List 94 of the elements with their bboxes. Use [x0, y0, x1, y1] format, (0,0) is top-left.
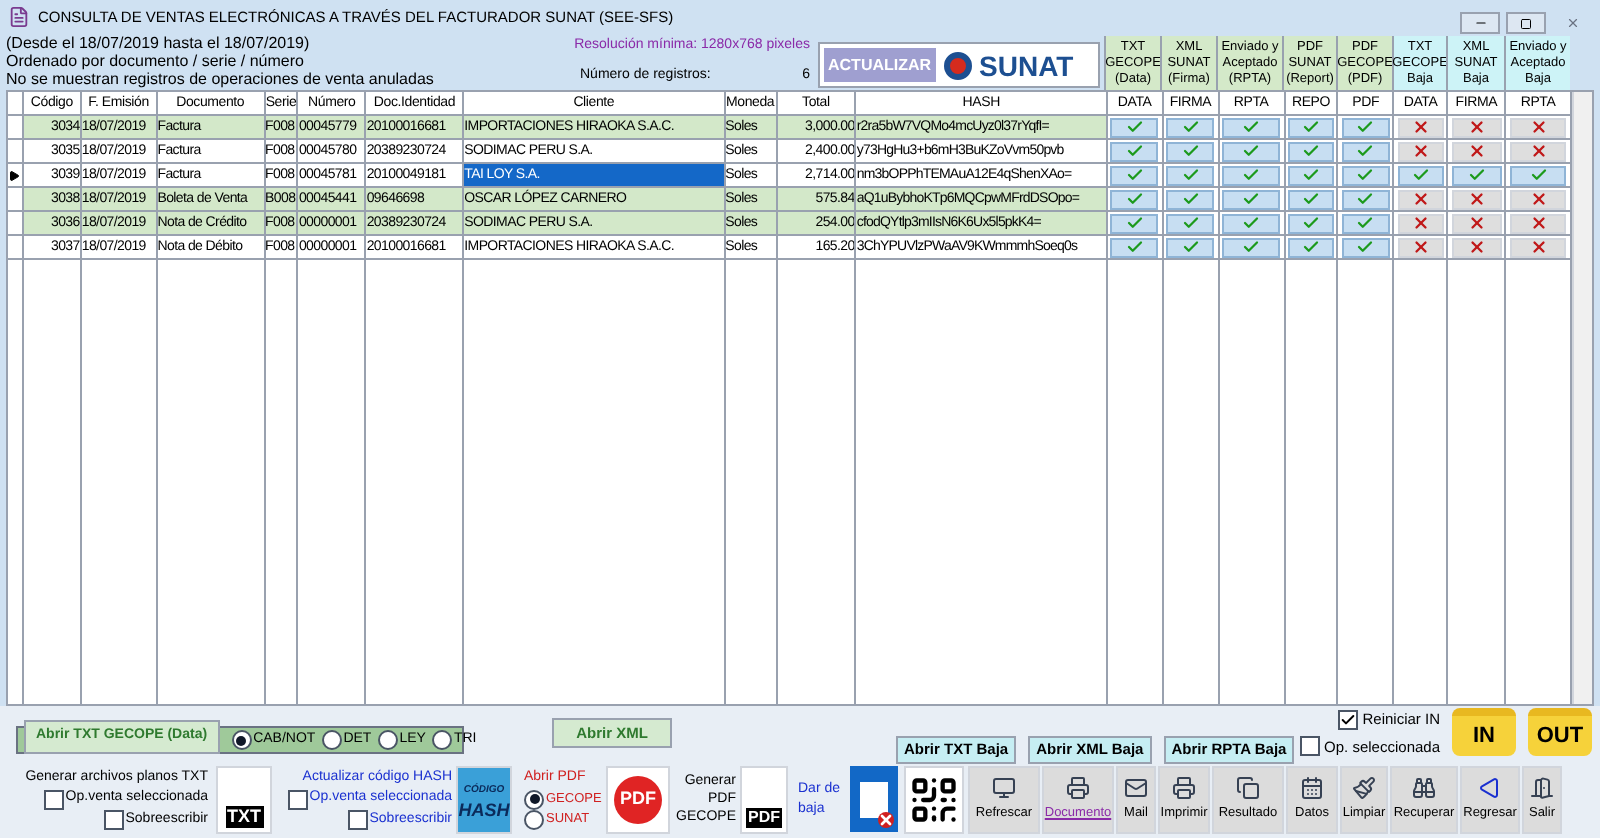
logo-text: SUNAT	[979, 51, 1074, 79]
row-header-cell[interactable]	[8, 188, 24, 210]
door-icon	[1530, 775, 1554, 800]
folder-button[interactable]: IN	[1452, 708, 1516, 756]
envelope-icon	[1124, 775, 1148, 800]
cross-icon[interactable]	[1509, 117, 1567, 137]
check-icon[interactable]	[1341, 141, 1390, 161]
printer-icon	[1066, 775, 1090, 800]
cross-icon[interactable]	[1397, 237, 1444, 257]
check-icon[interactable]	[1110, 141, 1159, 161]
check-icon[interactable]	[1341, 165, 1390, 185]
cross-icon[interactable]	[1509, 237, 1567, 257]
radio-button[interactable]	[524, 789, 544, 810]
cross-icon[interactable]	[1397, 189, 1444, 209]
radio-button[interactable]	[231, 730, 252, 750]
close-icon	[878, 812, 894, 828]
copy-icon	[1236, 775, 1260, 800]
triangle-left-icon	[1478, 775, 1502, 800]
maximize-icon	[1520, 17, 1532, 29]
current-row-icon	[8, 169, 20, 181]
cross-icon[interactable]	[1509, 141, 1567, 161]
qr-code-icon	[904, 765, 964, 833]
check-icon[interactable]	[1509, 165, 1567, 185]
check-icon[interactable]	[1341, 117, 1390, 137]
check-icon[interactable]	[1110, 117, 1159, 137]
logo-icon	[943, 51, 972, 79]
check-icon[interactable]	[1110, 165, 1159, 185]
check-icon[interactable]	[1287, 117, 1335, 137]
check-icon[interactable]	[1287, 237, 1335, 257]
app-icon	[8, 6, 30, 28]
cross-icon[interactable]	[1397, 213, 1444, 233]
check-icon[interactable]	[1287, 141, 1335, 161]
generate-pdf-button[interactable]: PDF	[740, 765, 788, 833]
minimize-icon	[1473, 16, 1487, 30]
check-icon[interactable]	[1110, 237, 1159, 257]
header-note: (Desde el 18/07/2019 hasta el 18/07/2019)	[6, 34, 312, 52]
check-icon[interactable]	[1166, 117, 1215, 137]
calendar-icon	[1300, 775, 1324, 800]
cross-icon[interactable]	[1397, 117, 1444, 137]
checkbox[interactable]	[287, 789, 308, 809]
scrollbar[interactable]	[1572, 92, 1592, 704]
check-icon[interactable]	[1166, 165, 1215, 185]
checkbox[interactable]	[103, 810, 124, 830]
cross-icon[interactable]	[1451, 117, 1502, 137]
row-header-cell[interactable]	[8, 116, 24, 138]
check-icon[interactable]	[1110, 213, 1159, 233]
check-icon[interactable]	[1287, 165, 1335, 185]
cancel-document-button[interactable]	[850, 766, 898, 832]
brush-icon	[1352, 775, 1376, 800]
cross-icon[interactable]	[1509, 189, 1567, 209]
radio-button[interactable]	[524, 809, 544, 830]
close-icon	[1565, 16, 1579, 30]
txt-file-button[interactable]: TXT	[216, 765, 272, 833]
check-icon[interactable]	[1166, 141, 1215, 161]
check-icon[interactable]	[1166, 237, 1215, 257]
checkbox[interactable]	[1338, 709, 1359, 730]
checkbox[interactable]	[1300, 736, 1321, 757]
cross-icon[interactable]	[1509, 213, 1567, 233]
printer-icon	[1172, 775, 1196, 800]
check-icon[interactable]	[1222, 165, 1280, 185]
open-pdf-button[interactable]: PDF	[606, 765, 670, 833]
radio-button[interactable]	[377, 730, 398, 750]
check-icon[interactable]	[1222, 141, 1280, 161]
header-note: Ordenado por documento / serie / número	[6, 52, 306, 70]
row-header-cell[interactable]	[8, 164, 24, 186]
maximize-button[interactable]	[1506, 12, 1546, 34]
row-header-cell[interactable]	[8, 212, 24, 234]
check-icon[interactable]	[1341, 213, 1390, 233]
check-icon[interactable]	[1222, 237, 1280, 257]
check-icon[interactable]	[1222, 189, 1280, 209]
check-icon[interactable]	[1166, 213, 1215, 233]
check-icon[interactable]	[1287, 213, 1335, 233]
check-icon[interactable]	[1222, 213, 1280, 233]
check-icon[interactable]	[1341, 237, 1390, 257]
monitor-icon	[992, 775, 1016, 800]
folder-button[interactable]: OUT	[1528, 708, 1592, 756]
check-icon[interactable]	[1451, 165, 1502, 185]
header-note: No se muestran registros de operaciones de venta anuladas	[6, 70, 436, 88]
check-icon[interactable]	[1166, 189, 1215, 209]
cross-icon[interactable]	[1451, 189, 1502, 209]
check-icon[interactable]	[1397, 165, 1444, 185]
checkbox[interactable]	[347, 810, 368, 830]
cross-icon[interactable]	[1397, 141, 1444, 161]
check-icon[interactable]	[1110, 189, 1159, 209]
cross-icon[interactable]	[1451, 141, 1502, 161]
cross-icon[interactable]	[1451, 237, 1502, 257]
check-icon[interactable]	[1341, 189, 1390, 209]
cross-icon[interactable]	[1451, 213, 1502, 233]
check-icon[interactable]	[1287, 189, 1335, 209]
radio-button[interactable]	[321, 730, 342, 750]
checkbox[interactable]	[43, 789, 64, 809]
radio-button[interactable]	[431, 730, 452, 750]
check-icon[interactable]	[1222, 117, 1280, 137]
binoculars-icon	[1412, 775, 1436, 800]
